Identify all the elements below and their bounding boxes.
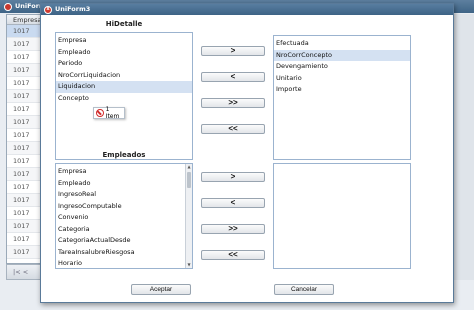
list-item[interactable]: Empresa bbox=[56, 166, 192, 178]
table-cell: 1017 bbox=[13, 40, 30, 48]
table-cell: 1017 bbox=[13, 105, 30, 113]
list-item[interactable]: Horario bbox=[56, 258, 192, 268]
list-item[interactable]: IngresoReal bbox=[56, 189, 192, 201]
hidetalle-available-list[interactable]: Empresa Empleado Periodo NroCorrLiquidacion… bbox=[55, 32, 193, 160]
list-item[interactable]: Efectuada bbox=[274, 38, 410, 50]
dialog-titlebar: x UniForm3 bbox=[41, 4, 453, 15]
empleados-chosen-list[interactable] bbox=[273, 163, 411, 269]
empleados-remove-all-button[interactable]: << bbox=[201, 250, 265, 260]
remove-button[interactable]: < bbox=[201, 72, 265, 82]
table-cell: 1017 bbox=[13, 157, 30, 165]
uniform3-dialog: x UniForm3 HiDetalle Empresa Empleado Peri… bbox=[40, 3, 454, 303]
table-cell: 1017 bbox=[13, 92, 30, 100]
list-item[interactable]: NroCorrConcepto bbox=[274, 49, 410, 61]
scroll-up-icon[interactable]: ▲ bbox=[186, 164, 192, 170]
table-cell: 1017 bbox=[13, 183, 30, 191]
list-item[interactable]: Empleado bbox=[56, 47, 192, 59]
add-all-button[interactable]: >> bbox=[201, 98, 265, 108]
list-item[interactable]: Devengamiento bbox=[274, 61, 410, 73]
empleados-available-list[interactable]: Empresa Empleado IngresoReal IngresoComputa… bbox=[55, 163, 193, 269]
dialog-body: HiDetalle Empresa Empleado Periodo NroCorrL… bbox=[41, 15, 453, 302]
list-item[interactable]: Unitario bbox=[274, 73, 410, 85]
close-icon[interactable]: x bbox=[44, 5, 52, 14]
list-item[interactable]: CategoriaActualDesde bbox=[56, 235, 192, 247]
empleados-scrollbar[interactable]: ▲ ▼ bbox=[185, 164, 192, 268]
accept-button[interactable]: Aceptar bbox=[131, 284, 191, 295]
table-cell: 1017 bbox=[13, 235, 30, 243]
empleados-remove-button[interactable]: < bbox=[201, 198, 265, 208]
table-cell: 1017 bbox=[13, 53, 30, 61]
table-cell: 1017 bbox=[13, 66, 30, 74]
list-item[interactable]: Periodo bbox=[56, 58, 192, 70]
table-cell: 1017 bbox=[13, 27, 30, 35]
list-item[interactable]: Empleado bbox=[56, 178, 192, 190]
scroll-thumb[interactable] bbox=[187, 172, 191, 188]
list-item[interactable]: Importe bbox=[274, 84, 410, 96]
empleados-add-all-button[interactable]: >> bbox=[201, 224, 265, 234]
remove-all-button[interactable]: << bbox=[201, 124, 265, 134]
list-item[interactable]: Concepto bbox=[56, 93, 192, 105]
table-cell: 1017 bbox=[13, 170, 30, 178]
drag-tooltip-label: 1 Item bbox=[105, 106, 120, 120]
list-item[interactable]: NroCorrLiquidacion bbox=[56, 70, 192, 82]
no-drop-icon bbox=[96, 109, 104, 117]
empleados-add-button[interactable]: > bbox=[201, 172, 265, 182]
scroll-down-icon[interactable]: ▼ bbox=[186, 262, 192, 268]
list-item[interactable]: Convenio bbox=[56, 212, 192, 224]
dialog-title: UniForm3 bbox=[55, 5, 91, 13]
table-cell: 1017 bbox=[13, 222, 30, 230]
list-item[interactable]: Liquidacion bbox=[56, 81, 192, 93]
table-cell: 1017 bbox=[13, 79, 30, 87]
cancel-button[interactable]: Cancelar bbox=[274, 284, 334, 295]
table-cell: 1017 bbox=[13, 196, 30, 204]
table-cell: 1017 bbox=[13, 118, 30, 126]
table-cell: 1017 bbox=[13, 209, 30, 217]
list-item[interactable]: Categoria bbox=[56, 224, 192, 236]
hidetalle-chosen-list[interactable]: Efectuada NroCorrConcepto Devengamiento Uni… bbox=[273, 35, 411, 160]
add-button[interactable]: > bbox=[201, 46, 265, 56]
drag-tooltip: 1 Item bbox=[93, 106, 125, 120]
empleados-title: Empleados bbox=[102, 151, 146, 159]
list-item[interactable]: Empresa bbox=[56, 35, 192, 47]
table-cell: 1017 bbox=[13, 144, 30, 152]
hidetalle-title: HiDetalle bbox=[105, 20, 143, 28]
list-item[interactable]: IngresoComputable bbox=[56, 201, 192, 213]
background-close-icon[interactable] bbox=[4, 2, 12, 11]
table-cell: 1017 bbox=[13, 131, 30, 139]
list-item[interactable]: TareaInsalubreRiesgosa bbox=[56, 247, 192, 259]
table-cell: 1017 bbox=[13, 248, 30, 256]
